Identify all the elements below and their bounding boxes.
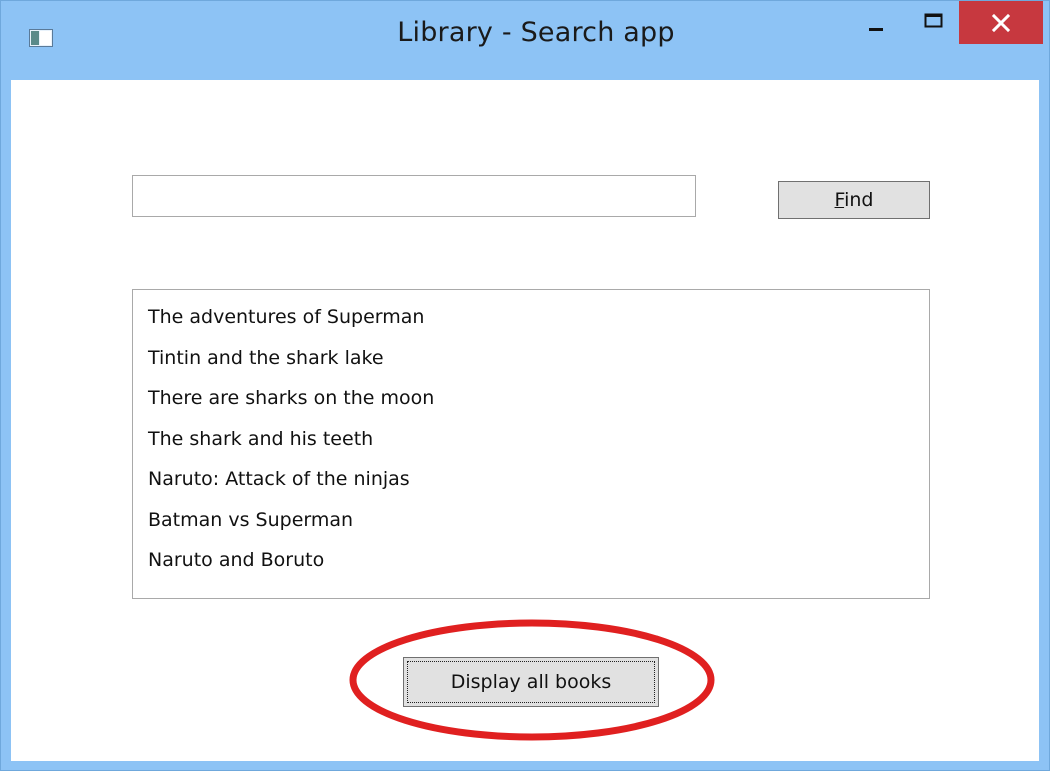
list-item[interactable]: The shark and his teeth (133, 419, 929, 460)
app-window: Library - Search app Find The adventures… (0, 0, 1050, 771)
find-button[interactable]: Find (778, 181, 930, 219)
find-label-rest: ind (844, 189, 874, 211)
client-area: Find The adventures of Superman Tintin a… (11, 80, 1039, 761)
minimize-button[interactable] (853, 1, 897, 45)
find-access-key: F (834, 189, 845, 211)
maximize-button[interactable] (911, 1, 955, 45)
list-item[interactable]: There are sharks on the moon (133, 378, 929, 419)
maximize-icon (924, 13, 943, 28)
title-bar[interactable]: Library - Search app (1, 1, 1049, 79)
display-all-books-button[interactable]: Display all books (403, 657, 659, 707)
minimize-icon (869, 28, 883, 31)
books-listbox[interactable]: The adventures of Superman Tintin and th… (132, 289, 930, 599)
close-icon (991, 13, 1011, 33)
list-item[interactable]: Batman vs Superman (133, 500, 929, 541)
list-item[interactable]: The adventures of Superman (133, 297, 929, 338)
close-button[interactable] (959, 1, 1043, 44)
list-item[interactable]: Naruto and Boruto (133, 540, 929, 581)
display-all-books-label: Display all books (450, 671, 612, 693)
list-item[interactable]: Tintin and the shark lake (133, 338, 929, 379)
list-item[interactable]: Naruto: Attack of the ninjas (133, 459, 929, 500)
search-input[interactable] (132, 175, 696, 217)
